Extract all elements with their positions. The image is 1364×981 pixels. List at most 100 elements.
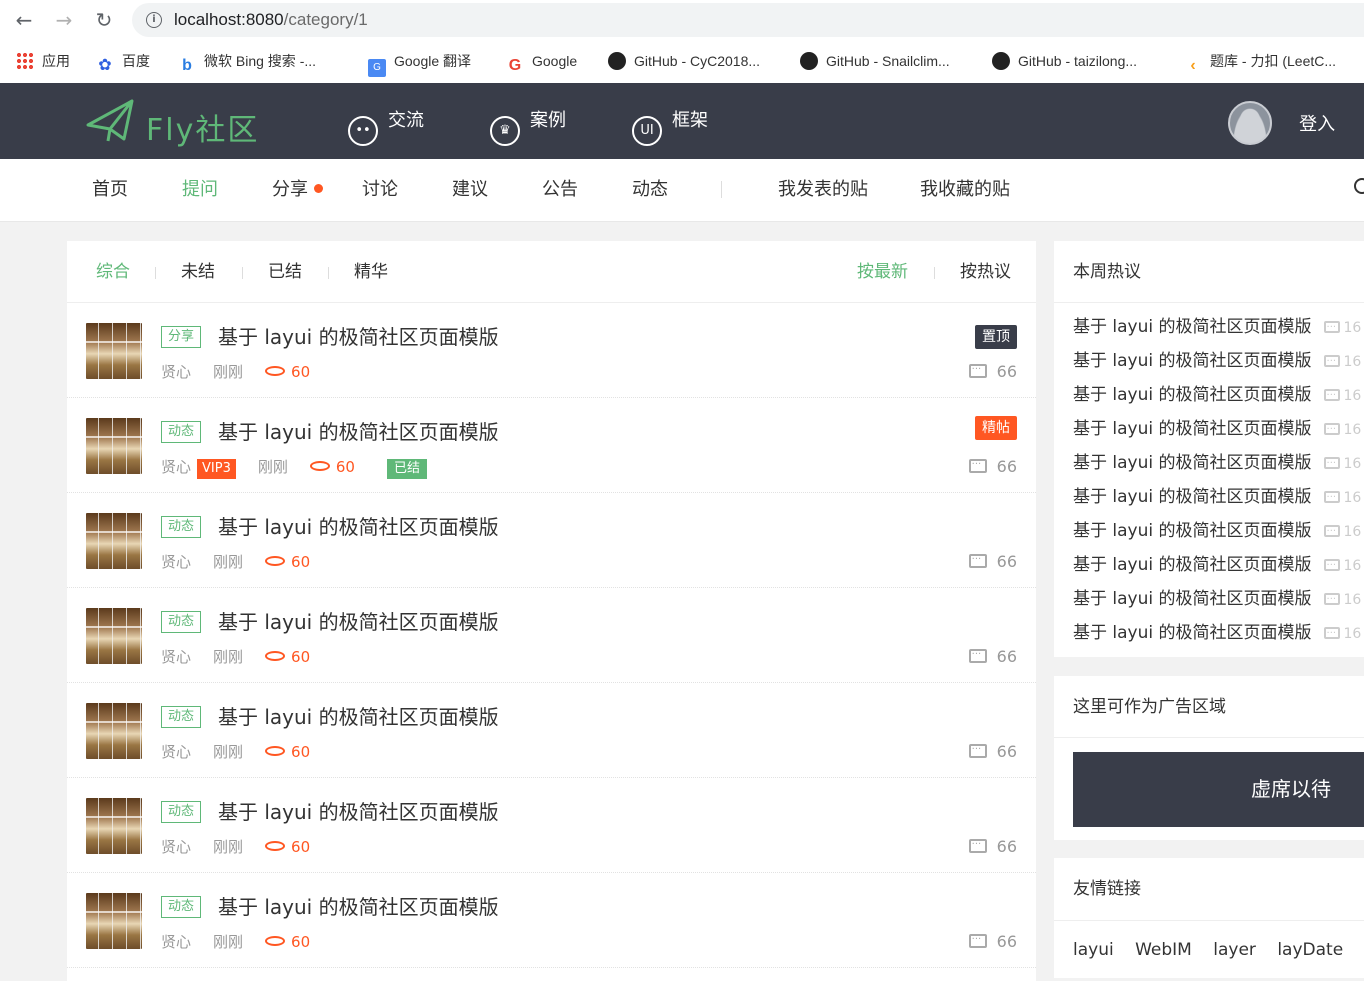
subnav-share[interactable]: 分享 bbox=[272, 177, 323, 203]
nav-label: 交流 bbox=[388, 110, 424, 131]
hot-topic-item[interactable]: 基于 layui 的极简社区页面模版 16 bbox=[1073, 349, 1361, 374]
hot-topic-title[interactable]: 基于 layui 的极简社区页面模版 bbox=[1073, 385, 1312, 405]
bookmark-github-taizilong[interactable]: GitHub - taizilong... bbox=[992, 49, 1137, 73]
bookmark-github-cyc[interactable]: GitHub - CyC2018... bbox=[608, 49, 760, 73]
subnav-notice[interactable]: 公告 bbox=[542, 177, 578, 203]
hot-topic-item[interactable]: 基于 layui 的极简社区页面模版 16 bbox=[1073, 519, 1361, 544]
author-name[interactable]: 贤心 bbox=[161, 931, 191, 953]
reload-icon[interactable]: ↻ bbox=[92, 8, 116, 32]
hot-topic-title[interactable]: 基于 layui 的极简社区页面模版 bbox=[1073, 589, 1312, 609]
url-text[interactable]: localhost:8080/category/1 bbox=[174, 9, 368, 31]
author-name[interactable]: 贤心 bbox=[161, 741, 191, 763]
user-avatar[interactable] bbox=[1228, 101, 1272, 145]
subnav-home[interactable]: 首页 bbox=[92, 177, 128, 203]
hot-topic-item[interactable]: 基于 layui 的极简社区页面模版 16 bbox=[1073, 621, 1361, 646]
hot-topic-title[interactable]: 基于 layui 的极简社区页面模版 bbox=[1073, 623, 1312, 643]
hot-topic-item[interactable]: 基于 layui 的极简社区页面模版 16 bbox=[1073, 451, 1361, 476]
author-name[interactable]: 贤心 bbox=[161, 361, 191, 383]
hot-topic-item[interactable]: 基于 layui 的极简社区页面模版 16 bbox=[1073, 315, 1361, 340]
filter-all[interactable]: 综合 bbox=[96, 260, 130, 284]
subnav-dynamic[interactable]: 动态 bbox=[632, 177, 668, 203]
sort-newest[interactable]: 按最新 bbox=[857, 260, 908, 284]
author-avatar[interactable] bbox=[86, 323, 142, 379]
bookmark-bing[interactable]: b 微软 Bing 搜索 -... bbox=[178, 49, 316, 74]
hot-topic-item[interactable]: 基于 layui 的极简社区页面模版 16 bbox=[1073, 383, 1361, 408]
site-info-icon[interactable]: i bbox=[146, 12, 162, 28]
hot-topic-item[interactable]: 基于 layui 的极简社区页面模版 16 bbox=[1073, 485, 1361, 510]
hot-topic-item[interactable]: 基于 layui 的极简社区页面模版 16 bbox=[1073, 417, 1361, 442]
post-title-link[interactable]: 基于 layui 的极简社区页面模版 bbox=[218, 323, 499, 351]
link-layer[interactable]: layer bbox=[1213, 940, 1256, 960]
post-title-link[interactable]: 基于 layui 的极简社区页面模版 bbox=[218, 893, 499, 921]
hot-topic-title[interactable]: 基于 layui 的极简社区页面模版 bbox=[1073, 351, 1312, 371]
filter-solved[interactable]: 已结 bbox=[268, 260, 302, 284]
hot-topic-count-value: 16 bbox=[1343, 456, 1362, 472]
post-category-tag[interactable]: 动态 bbox=[161, 896, 202, 918]
author-name[interactable]: 贤心 bbox=[161, 646, 191, 668]
author-name[interactable]: 贤心 bbox=[161, 456, 191, 478]
hot-topic-title[interactable]: 基于 layui 的极简社区页面模版 bbox=[1073, 317, 1312, 337]
forward-arrow-icon[interactable]: → bbox=[52, 8, 76, 32]
bookmark-apps[interactable]: 应用 bbox=[16, 49, 70, 73]
post-row: 分享基于 layui 的极简社区页面模版贤心 刚刚 60 置顶 66 bbox=[67, 303, 1036, 398]
post-title-link[interactable]: 基于 layui 的极简社区页面模版 bbox=[218, 608, 499, 636]
link-webim[interactable]: WebIM bbox=[1135, 940, 1192, 960]
bookmark-leetcode[interactable]: ‹ 题库 - 力扣 (LeetC... bbox=[1184, 49, 1337, 74]
hot-topic-title[interactable]: 基于 layui 的极简社区页面模版 bbox=[1073, 521, 1312, 541]
hot-topic-item[interactable]: 基于 layui 的极简社区页面模版 16 bbox=[1073, 587, 1361, 612]
subnav-suggest[interactable]: 建议 bbox=[452, 177, 488, 203]
comment-icon bbox=[1323, 316, 1340, 340]
post-title-link[interactable]: 基于 layui 的极简社区页面模版 bbox=[218, 798, 499, 826]
post-category-tag[interactable]: 动态 bbox=[161, 801, 202, 823]
sort-hot[interactable]: 按热议 bbox=[960, 260, 1011, 284]
bookmark-label: 百度 bbox=[122, 53, 150, 69]
search-icon[interactable] bbox=[1354, 178, 1364, 194]
subnav-my-posts[interactable]: 我发表的贴 bbox=[778, 177, 868, 203]
author-name[interactable]: 贤心 bbox=[161, 551, 191, 573]
hot-topic-title[interactable]: 基于 layui 的极简社区页面模版 bbox=[1073, 487, 1312, 507]
author-avatar[interactable] bbox=[86, 513, 142, 569]
bookmark-label: 应用 bbox=[42, 53, 70, 69]
post-category-tag[interactable]: 动态 bbox=[161, 516, 202, 538]
hot-topic-title[interactable]: 基于 layui 的极简社区页面模版 bbox=[1073, 453, 1312, 473]
author-avatar[interactable] bbox=[86, 703, 142, 759]
post-row: 动态基于 layui 的极简社区页面模版贤心 刚刚 60 66 bbox=[67, 588, 1036, 683]
bookmark-baidu[interactable]: ✿ 百度 bbox=[96, 49, 150, 74]
bookmark-label: 题库 - 力扣 (LeetC... bbox=[1210, 53, 1337, 69]
author-avatar[interactable] bbox=[86, 798, 142, 854]
subnav-question[interactable]: 提问 bbox=[182, 177, 218, 203]
nav-framework[interactable]: UI 框架 bbox=[632, 103, 708, 146]
subnav-my-favs[interactable]: 我收藏的贴 bbox=[920, 177, 1010, 203]
hot-topic-title[interactable]: 基于 layui 的极简社区页面模版 bbox=[1073, 555, 1312, 575]
subnav-discuss[interactable]: 讨论 bbox=[362, 177, 398, 203]
author-avatar[interactable] bbox=[86, 893, 142, 949]
hot-topic-item[interactable]: 基于 layui 的极简社区页面模版 16 bbox=[1073, 553, 1361, 578]
bookmark-github-snail[interactable]: GitHub - Snailclim... bbox=[800, 49, 950, 73]
bookmark-google-translate[interactable]: G Google 翻译 bbox=[368, 49, 471, 77]
back-arrow-icon[interactable]: ← bbox=[12, 8, 36, 32]
post-category-tag[interactable]: 动态 bbox=[161, 706, 202, 728]
reward-value: 60 bbox=[291, 838, 311, 856]
nav-exchange[interactable]: •• 交流 bbox=[348, 103, 424, 146]
filter-essence[interactable]: 精华 bbox=[354, 260, 388, 284]
post-time: 刚刚 bbox=[213, 363, 244, 381]
login-link[interactable]: 登入 bbox=[1299, 110, 1335, 136]
post-category-tag[interactable]: 分享 bbox=[161, 326, 202, 348]
essence-badge: 精帖 bbox=[975, 416, 1017, 440]
filter-unsolved[interactable]: 未结 bbox=[181, 260, 215, 284]
link-layui[interactable]: layui bbox=[1073, 940, 1114, 960]
author-avatar[interactable] bbox=[86, 608, 142, 664]
post-category-tag[interactable]: 动态 bbox=[161, 611, 202, 633]
post-category-tag[interactable]: 动态 bbox=[161, 421, 202, 443]
post-title-link[interactable]: 基于 layui 的极简社区页面模版 bbox=[218, 703, 499, 731]
nav-cases[interactable]: ♛ 案例 bbox=[490, 103, 566, 146]
link-laydate[interactable]: layDate bbox=[1277, 940, 1343, 960]
bookmark-google[interactable]: G Google bbox=[506, 49, 577, 74]
author-name[interactable]: 贤心 bbox=[161, 836, 191, 858]
post-title-link[interactable]: 基于 layui 的极简社区页面模版 bbox=[218, 418, 499, 446]
post-title-link[interactable]: 基于 layui 的极简社区页面模版 bbox=[218, 513, 499, 541]
author-avatar[interactable] bbox=[86, 418, 142, 474]
address-bar[interactable]: i localhost:8080/category/1 bbox=[132, 3, 1364, 37]
ad-banner[interactable]: 虚席以待 bbox=[1073, 752, 1364, 827]
hot-topic-title[interactable]: 基于 layui 的极简社区页面模版 bbox=[1073, 419, 1312, 439]
